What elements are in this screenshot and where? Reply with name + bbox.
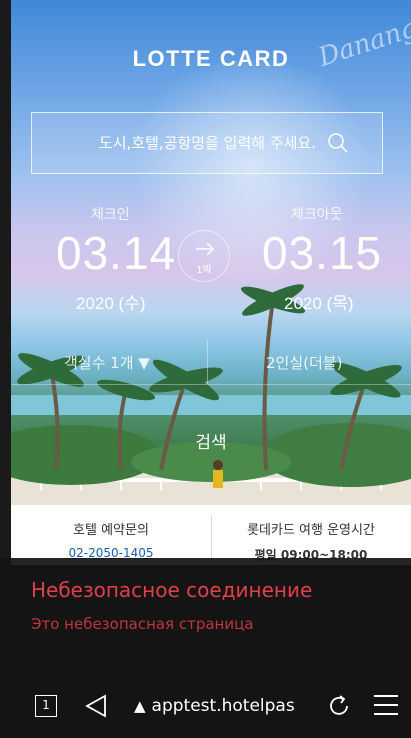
checkin-label: 체크인 bbox=[91, 207, 130, 223]
browser-toolbar: 1 ▲ apptest.hotelpas bbox=[0, 668, 411, 738]
options-underline bbox=[11, 384, 411, 385]
address-bar[interactable]: ▲ apptest.hotelpas bbox=[134, 696, 295, 716]
warning-icon: ▲ bbox=[134, 697, 146, 715]
operating-hours: 롯데카드 여행 운영시간 평일 09:00~18:00 bbox=[211, 519, 411, 563]
url-text: apptest.hotelpas bbox=[151, 696, 295, 716]
arrow-right-icon bbox=[196, 242, 215, 256]
search-icon[interactable] bbox=[326, 131, 350, 155]
menu-icon[interactable] bbox=[372, 692, 400, 718]
destination-search-input[interactable] bbox=[64, 133, 318, 153]
search-button[interactable]: 검색 bbox=[11, 420, 411, 466]
operating-hours-title: 롯데카드 여행 운영시간 bbox=[247, 523, 375, 538]
nights-count: 1박 bbox=[196, 265, 212, 276]
guests-select[interactable]: 2인실(더블) bbox=[266, 352, 342, 373]
checkout-label: 체크아웃 bbox=[291, 207, 343, 223]
checkin-year: 2020 (수) bbox=[76, 294, 146, 313]
reload-icon[interactable] bbox=[326, 693, 352, 719]
checkout-date[interactable]: 03.15 bbox=[262, 226, 382, 280]
rooms-select[interactable]: 객실수 1개 ▼ bbox=[64, 352, 150, 373]
destination-search-box[interactable] bbox=[31, 112, 383, 174]
nights-indicator: 1박 bbox=[178, 230, 230, 282]
info-panel: 호텔 예약문의 02-2050-1405 롯데카드 여행 운영시간 평일 09:… bbox=[11, 505, 411, 565]
hotel-inquiry: 호텔 예약문의 02-2050-1405 bbox=[11, 519, 211, 560]
warning-subtitle: Это небезопасная страница bbox=[31, 615, 254, 633]
hotel-inquiry-title: 호텔 예약문의 bbox=[73, 523, 149, 538]
checkin-date[interactable]: 03.14 bbox=[56, 226, 176, 280]
tabs-icon[interactable]: 1 bbox=[35, 695, 57, 717]
back-icon[interactable] bbox=[85, 694, 107, 718]
warning-title: Небезопасное соединение bbox=[31, 578, 313, 602]
options-divider bbox=[207, 340, 208, 384]
checkout-year: 2020 (목) bbox=[284, 294, 354, 313]
